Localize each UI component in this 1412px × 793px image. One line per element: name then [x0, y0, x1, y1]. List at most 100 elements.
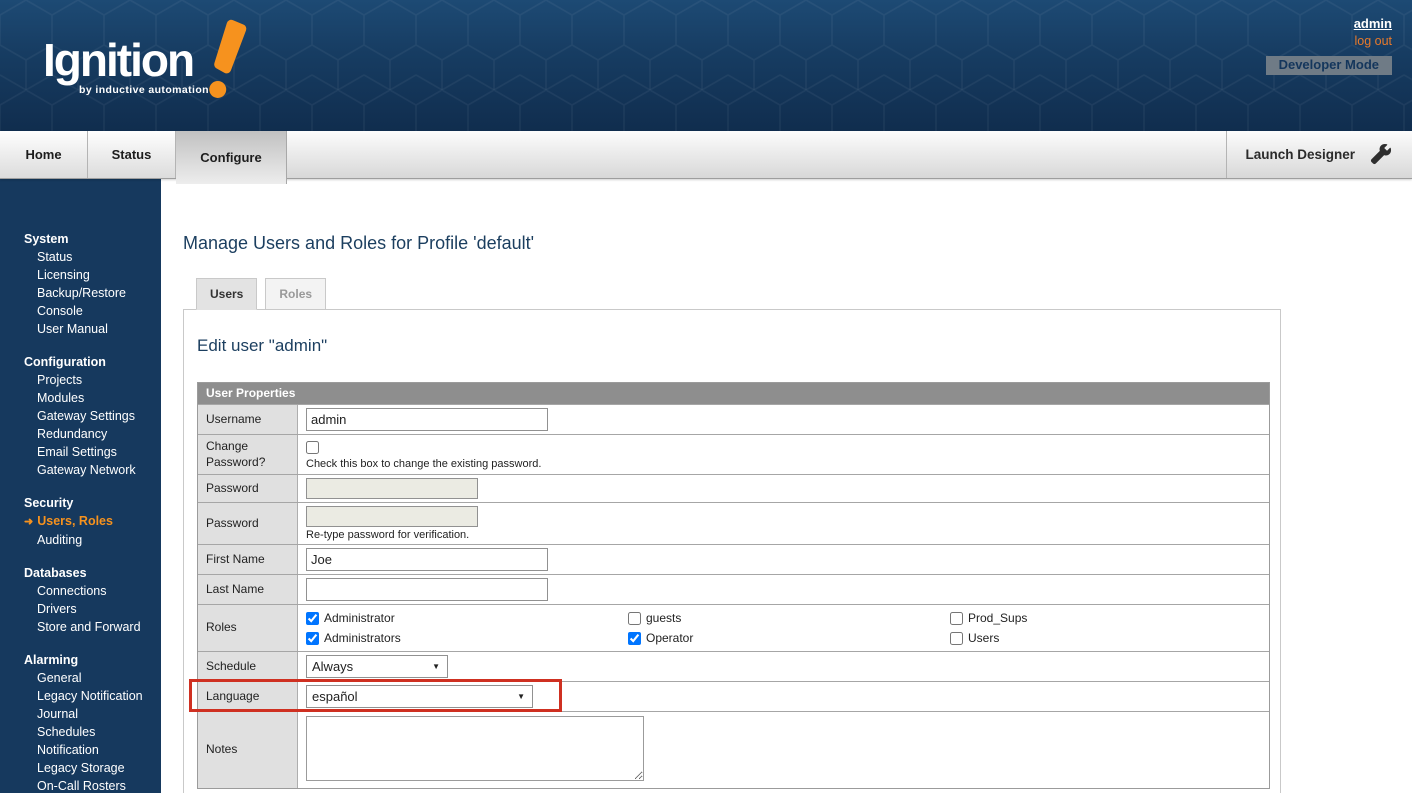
first-name-label: First Name: [198, 545, 298, 575]
sidebar-item-connections[interactable]: Connections: [0, 582, 161, 600]
sidebar-item-gateway-network[interactable]: Gateway Network: [0, 461, 161, 479]
ignition-gateway-page: Ignition by inductive automation admin l…: [0, 0, 1412, 793]
header: Ignition by inductive automation admin l…: [0, 0, 1412, 131]
role-checkbox[interactable]: [306, 611, 319, 625]
role-option-administrators[interactable]: Administrators: [306, 631, 628, 645]
nav-tab-home[interactable]: Home: [0, 131, 88, 178]
tab-users[interactable]: Users: [196, 278, 258, 310]
role-option-guests[interactable]: guests: [628, 611, 950, 625]
sidebar-section: Security ➜ Users, Roles Auditing: [0, 494, 161, 549]
logout-link[interactable]: log out: [1354, 34, 1392, 48]
developer-mode-badge[interactable]: Developer Mode: [1265, 56, 1392, 75]
row-username: Username: [198, 404, 1269, 434]
sidebar-item-modules[interactable]: Modules: [0, 389, 161, 407]
sidebar-item-label: Connections: [37, 584, 107, 598]
sidebar-section-title: Configuration: [24, 355, 106, 369]
sidebar-item-drivers[interactable]: Drivers: [0, 600, 161, 618]
last-name-input[interactable]: [306, 578, 548, 602]
password-label: Password: [198, 475, 298, 503]
launch-designer-button[interactable]: Launch Designer: [1226, 131, 1412, 178]
sidebar-item-label: General: [37, 671, 82, 685]
section-title: Edit user "admin": [197, 336, 328, 355]
sidebar-item-legacy-notification[interactable]: Legacy Notification: [0, 687, 161, 705]
user-properties-table: User Properties Username Change Password…: [189, 382, 1270, 790]
roles-label: Roles: [198, 605, 298, 652]
sidebar-item-label: Legacy Storage: [37, 761, 125, 775]
sidebar-item-journal[interactable]: Journal: [0, 705, 161, 723]
sidebar-item-user-manual[interactable]: User Manual: [0, 320, 161, 338]
schedule-select[interactable]: Always ▼: [306, 655, 448, 679]
edit-user-panel: Edit user "admin" User Properties Userna…: [183, 309, 1281, 793]
sidebar-item-label: Modules: [37, 391, 85, 405]
change-password-checkbox[interactable]: [306, 441, 319, 455]
username-input[interactable]: [306, 408, 548, 431]
password-confirm-label: Password: [198, 503, 298, 545]
sidebar-item-backup-restore[interactable]: Backup/Restore: [0, 284, 161, 302]
sidebar-item-store-and-forward[interactable]: Store and Forward: [0, 618, 161, 636]
sidebar-item-auditing[interactable]: Auditing: [0, 531, 161, 549]
chevron-down-icon: ▼: [432, 662, 440, 672]
row-first-name: First Name: [198, 544, 1269, 575]
chevron-down-icon: ▼: [517, 692, 525, 702]
admin-user-link[interactable]: admin: [1354, 16, 1392, 31]
row-change-password: Change Password? Check this box to chang…: [198, 434, 1269, 475]
role-checkbox-label: guests: [646, 611, 682, 626]
role-option-operator[interactable]: Operator: [628, 631, 950, 645]
sidebar-section-title: Databases: [24, 566, 87, 580]
sidebar-item-on-call-rosters[interactable]: On-Call Rosters: [0, 777, 161, 793]
sidebar-item-label: Notification: [37, 743, 99, 757]
page-title: Manage Users and Roles for Profile 'defa…: [183, 233, 535, 253]
role-checkbox[interactable]: [628, 611, 641, 625]
language-label: Language: [198, 682, 298, 712]
role-checkbox[interactable]: [628, 631, 641, 645]
sidebar-section-title: System: [24, 232, 69, 246]
main-content: Manage Users and Roles for Profile 'defa…: [161, 179, 1412, 793]
notes-textarea[interactable]: [306, 716, 644, 782]
sidebar-item-redundancy[interactable]: Redundancy: [0, 425, 161, 443]
role-checkbox-label: Administrators: [324, 631, 401, 646]
role-checkbox[interactable]: [306, 631, 319, 645]
sidebar-item-label: Redundancy: [37, 427, 108, 441]
sidebar-item-label: Projects: [37, 373, 83, 387]
ignition-logo: Ignition by inductive automation: [43, 19, 247, 98]
sidebar-item-general[interactable]: General: [0, 669, 161, 687]
roles-checkbox-grid: Administrator Administrators guests Operato…: [306, 608, 1261, 648]
sidebar-section: Configuration Projects Modules Gateway Sett…: [0, 353, 161, 479]
sidebar-item-label: Journal: [37, 707, 78, 721]
nav-tab-status[interactable]: Status: [88, 131, 176, 178]
role-checkbox-label: Users: [968, 631, 1000, 646]
launch-designer-label: Launch Designer: [1245, 147, 1355, 162]
role-checkbox[interactable]: [950, 631, 963, 645]
notes-label: Notes: [198, 712, 298, 789]
sidebar-item-schedules[interactable]: Schedules: [0, 723, 161, 741]
row-notes: Notes: [198, 711, 1269, 789]
language-select[interactable]: español ▼: [306, 685, 533, 709]
tab-roles[interactable]: Roles: [265, 278, 327, 310]
sidebar-item-email-settings[interactable]: Email Settings: [0, 443, 161, 461]
sidebar-item-label: Auditing: [37, 533, 83, 547]
sidebar-item-legacy-storage[interactable]: Legacy Storage: [0, 759, 161, 777]
sidebar-item-users-roles[interactable]: ➜ Users, Roles: [0, 512, 161, 531]
role-checkbox-label: Prod_Sups: [968, 611, 1028, 626]
nav-tab-configure[interactable]: Configure: [176, 131, 287, 184]
exclamation-icon: [209, 19, 247, 98]
role-checkbox[interactable]: [950, 611, 963, 625]
sidebar-item-gateway-settings[interactable]: Gateway Settings: [0, 407, 161, 425]
role-option-administrator[interactable]: Administrator: [306, 611, 628, 625]
password-input[interactable]: [306, 478, 478, 500]
role-option-users[interactable]: Users: [950, 631, 1261, 645]
sidebar-item-notification[interactable]: Notification: [0, 741, 161, 759]
row-password: Password: [198, 474, 1269, 503]
sidebar-section-title: Alarming: [24, 653, 79, 667]
password-confirm-input[interactable]: [306, 506, 478, 528]
sidebar-item-console[interactable]: Console: [0, 302, 161, 320]
first-name-input[interactable]: [306, 548, 548, 572]
role-option-prod-sups[interactable]: Prod_Sups: [950, 611, 1261, 625]
logo-tagline: by inductive automation: [79, 84, 209, 97]
sidebar-item-status[interactable]: Status: [0, 248, 161, 266]
sidebar-section: Databases Connections Drivers Store and For…: [0, 564, 161, 636]
role-checkbox-label: Operator: [646, 631, 694, 646]
sidebar-item-licensing[interactable]: Licensing: [0, 266, 161, 284]
sidebar-item-label: Status: [37, 250, 73, 264]
sidebar-item-projects[interactable]: Projects: [0, 371, 161, 389]
